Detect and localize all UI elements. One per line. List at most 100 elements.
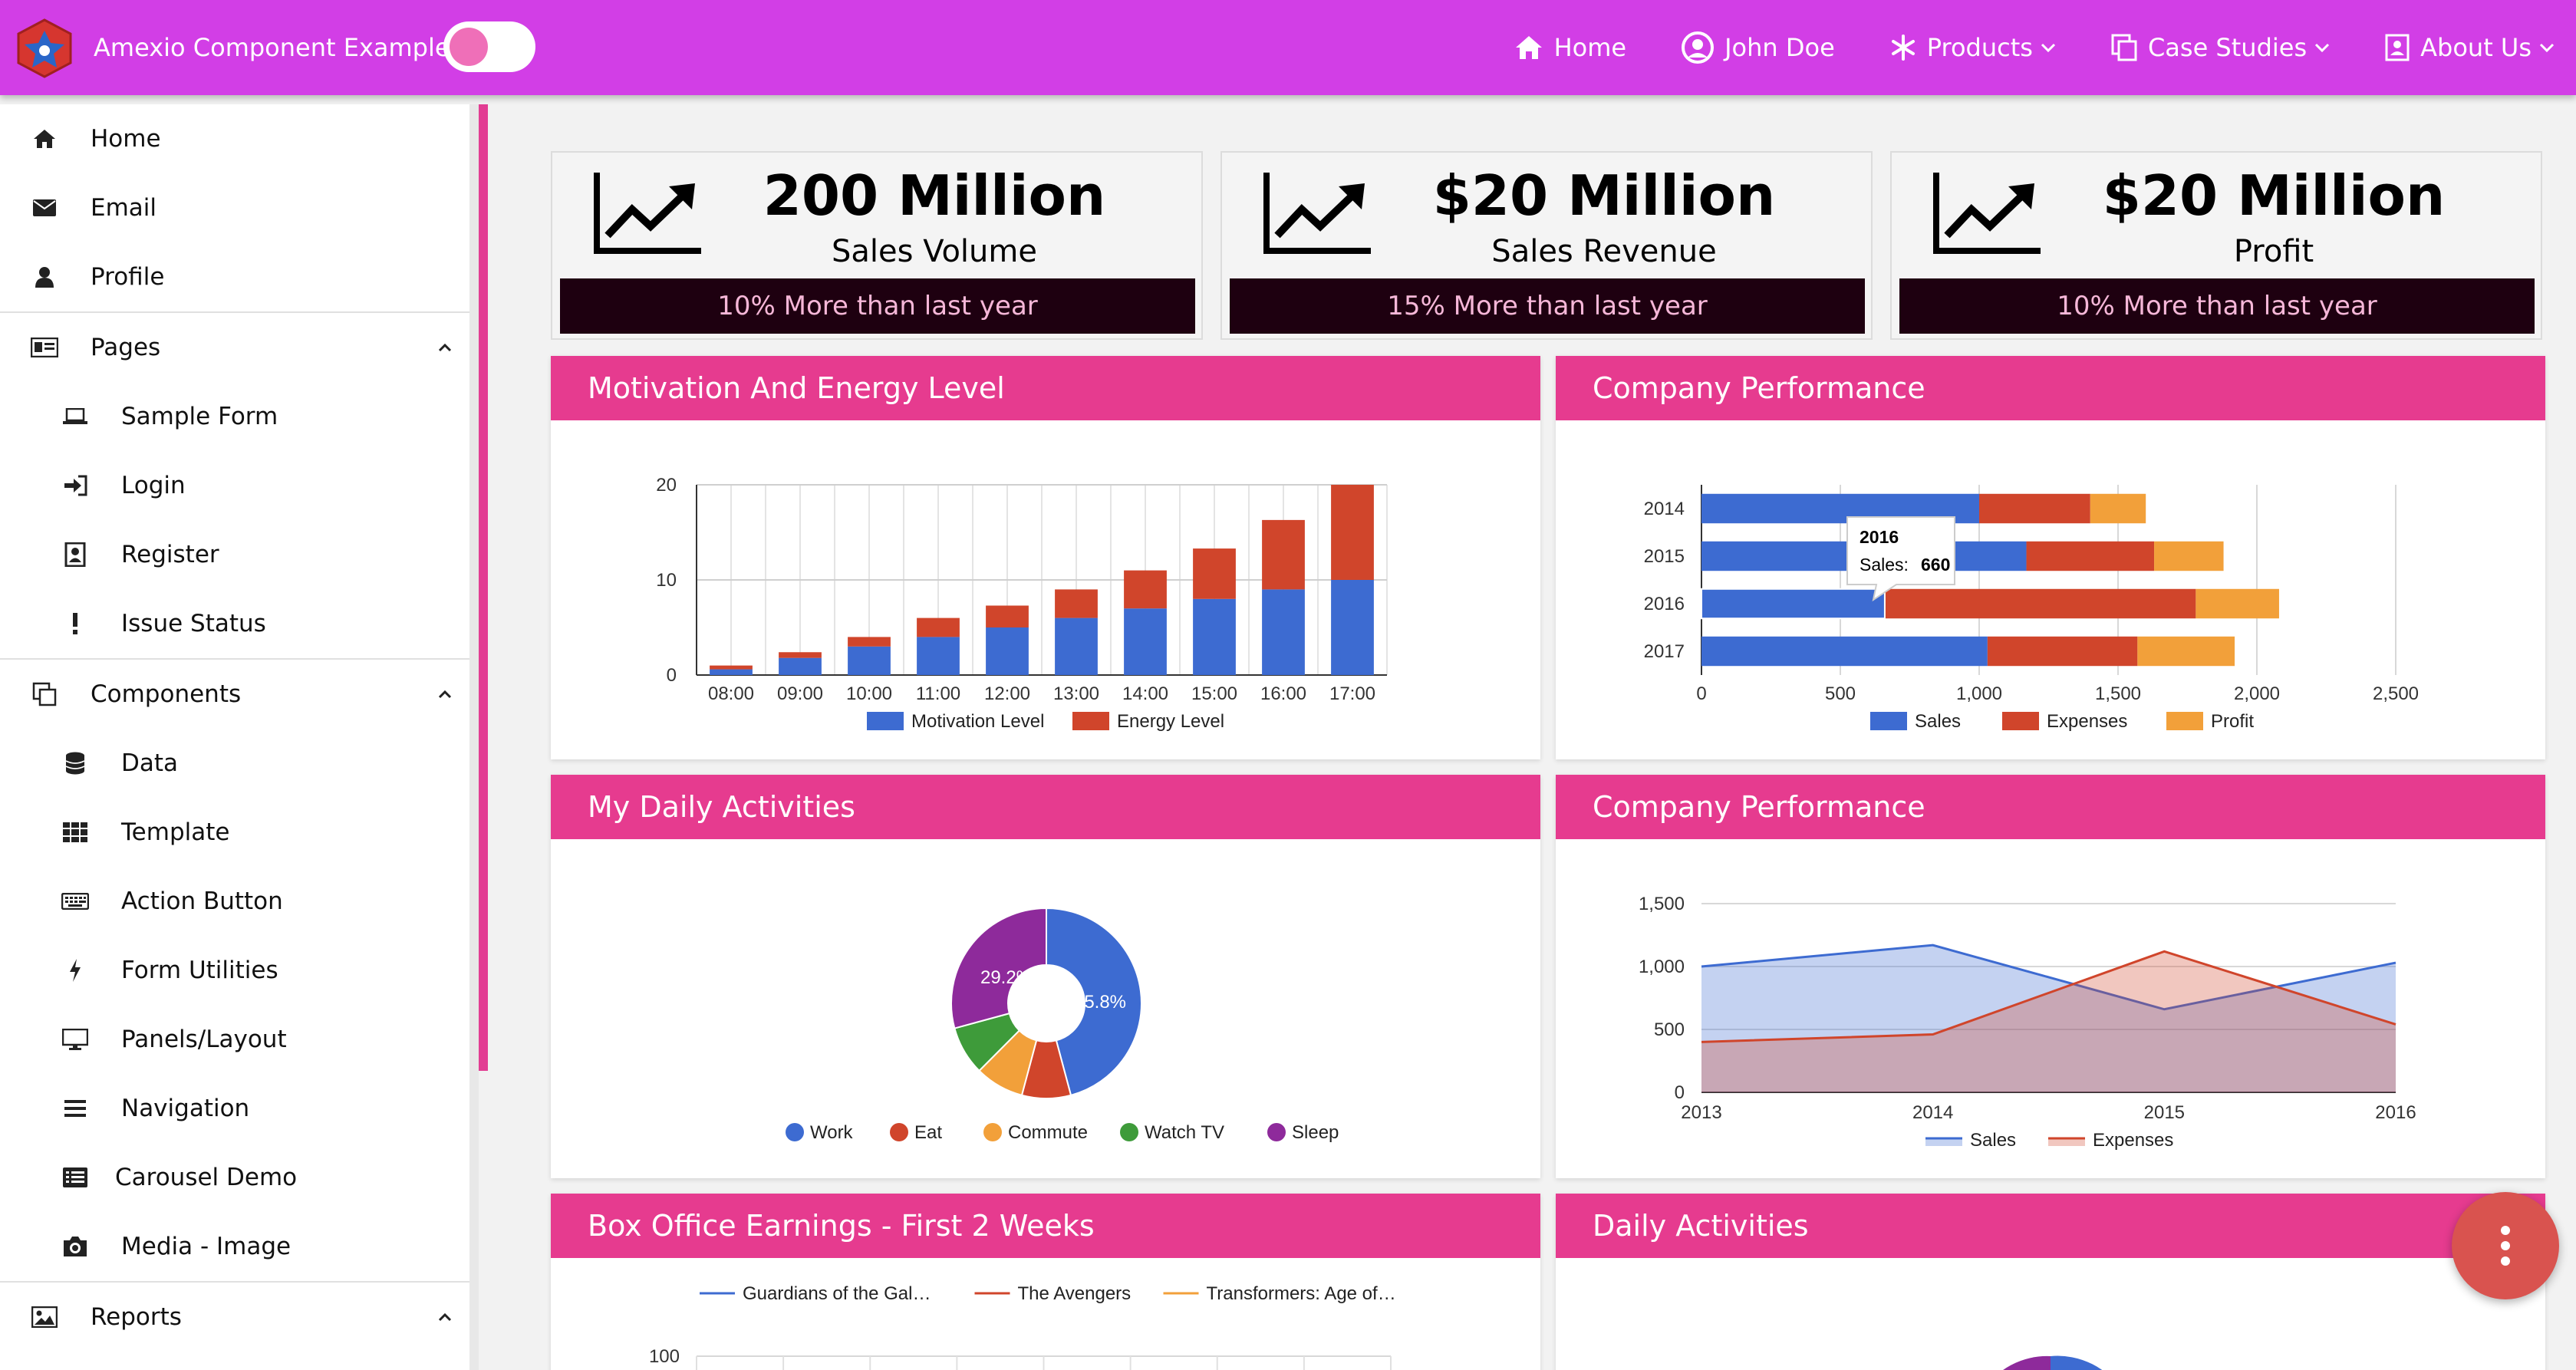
x-tick-label: 1,000 <box>1956 683 2002 704</box>
sign-in-icon <box>60 470 91 501</box>
panel-title: Company Performance <box>1556 775 2545 839</box>
legend-swatch <box>2166 712 2203 730</box>
legend-swatch <box>2002 712 2039 730</box>
bar <box>2196 588 2279 619</box>
company-performance-area-chart: 0 500 1,000 1,500 2013 2014 2015 2016 Sales Expen… <box>1639 894 2416 1151</box>
panel-title: Motivation And Energy Level <box>551 356 1540 420</box>
panel-daily-activities: My Daily Activities 45.8% 29.2% Work Eat Com… <box>551 775 1540 1178</box>
x-tick-label: 08:00 <box>708 683 754 704</box>
x-tick-label: 15:00 <box>1191 683 1237 704</box>
sidebar-item-label: Action Button <box>121 888 283 915</box>
panel-company-performance-bar: Company Performance 0 500 1,000 1,500 2,000 2… <box>1556 356 2545 759</box>
snowflake-icon <box>1891 35 1915 61</box>
sidebar-group-reports[interactable]: Reports <box>0 1283 469 1352</box>
nav-about-label: About Us <box>2420 33 2532 62</box>
x-tick-label: 2015 <box>2144 1102 2185 1123</box>
more-dot <box>2501 1256 2510 1266</box>
panel-box-office: Box Office Earnings - First 2 Weeks Guar… <box>551 1194 1540 1370</box>
nav-case-studies[interactable]: Case Studies <box>2111 33 2330 62</box>
sidebar-item-login[interactable]: Login <box>0 451 469 520</box>
app-title[interactable]: Amexio Component Examples <box>94 0 463 95</box>
image-icon <box>29 1302 60 1332</box>
y-tick-label: 2014 <box>1644 499 1685 519</box>
nav-user-label: John Doe <box>1724 33 1835 62</box>
bar <box>1331 580 1374 675</box>
legend-label: Transformers: Age of… <box>1207 1283 1396 1304</box>
daily-activities-donut-chart: 45.8% 29.2% Work Eat Commute Watch TV Sleep <box>786 907 1339 1143</box>
app-logo-icon[interactable] <box>15 18 74 78</box>
bar <box>1701 636 1988 667</box>
sidebar-item-label: Sample Form <box>121 403 278 430</box>
sidebar-item-form-utilities[interactable]: Form Utilities <box>0 936 469 1005</box>
bar <box>1193 598 1236 675</box>
legend-label: Expenses <box>2047 711 2127 732</box>
x-tick-label: 13:00 <box>1053 683 1099 704</box>
legend-swatch <box>890 1123 908 1141</box>
chevron-down-icon <box>2539 43 2555 53</box>
sidebar-item-label: Profile <box>91 263 165 291</box>
sidebar-item-media-image[interactable]: Media - Image <box>0 1212 469 1281</box>
sidebar-item-profile[interactable]: Profile <box>0 242 469 311</box>
panel-title: Box Office Earnings - First 2 Weeks <box>551 1194 1540 1258</box>
y-tick-label: 2017 <box>1644 641 1685 662</box>
sidebar-item-label: Pages <box>91 334 161 361</box>
y-tick-label: 1,500 <box>1639 894 1685 914</box>
sidebar-item-issue-status[interactable]: Issue Status <box>0 589 469 658</box>
chevron-up-icon[interactable] <box>437 1312 453 1322</box>
sidebar-scrollbar[interactable] <box>479 104 488 1071</box>
sidebar-item-home[interactable]: Home <box>0 104 469 173</box>
x-tick-label: 12:00 <box>984 683 1030 704</box>
floating-action-button[interactable] <box>2452 1192 2559 1299</box>
y-tick-label: 500 <box>1654 1019 1685 1040</box>
bar <box>710 665 753 670</box>
bar <box>1262 589 1305 675</box>
x-tick-label: 11:00 <box>916 683 960 704</box>
legend-label: Guardians of the Gal… <box>743 1283 931 1304</box>
camera-icon <box>60 1231 91 1262</box>
sidebar-item-action-button[interactable]: Action Button <box>0 867 469 936</box>
more-dot <box>2501 1241 2510 1250</box>
legend-swatch <box>1072 712 1109 730</box>
legend-label: Motivation Level <box>911 711 1044 732</box>
sidebar-group-components[interactable]: Components <box>0 660 469 729</box>
x-tick-label: 2013 <box>1681 1102 1721 1123</box>
chevron-down-icon <box>2315 43 2330 53</box>
sidebar-item-panels-layout[interactable]: Panels/Layout <box>0 1005 469 1074</box>
legend-label: Work <box>810 1122 854 1143</box>
legend-swatch <box>1120 1123 1138 1141</box>
legend-swatch <box>867 712 904 730</box>
address-card-icon <box>2385 34 2410 61</box>
stat-value: 200 Million <box>763 163 1106 228</box>
more-dot <box>2501 1226 2510 1235</box>
sidebar-item-email[interactable]: Email <box>0 173 469 242</box>
theme-toggle[interactable] <box>443 21 535 72</box>
chevron-up-icon[interactable] <box>437 342 453 353</box>
legend-label: Energy Level <box>1117 711 1224 732</box>
exclamation-icon <box>60 608 91 639</box>
x-tick-label: 2016 <box>2375 1102 2416 1123</box>
bar <box>848 646 891 675</box>
panel-title: Daily Activities <box>1556 1194 2545 1258</box>
nav-user[interactable]: John Doe <box>1682 31 1835 64</box>
legend-label: Eat <box>914 1122 942 1143</box>
sidebar-item-register[interactable]: Register <box>0 520 469 589</box>
nav-home[interactable]: Home <box>1514 33 1626 62</box>
x-tick-label: 2,000 <box>2234 683 2280 704</box>
sidebar-item-template[interactable]: Template <box>0 798 469 867</box>
sidebar-item-data[interactable]: Data <box>0 729 469 798</box>
chevron-up-icon[interactable] <box>437 689 453 700</box>
sidebar-item-carousel-demo[interactable]: Carousel Demo <box>0 1143 469 1212</box>
sidebar-group-pages[interactable]: Pages <box>0 313 469 382</box>
chevron-down-icon <box>2041 43 2055 53</box>
sidebar-item-sample-form[interactable]: Sample Form <box>0 382 469 451</box>
sidebar-item-label: Data <box>121 749 179 777</box>
legend-swatch <box>983 1123 1002 1141</box>
nav-about[interactable]: About Us <box>2385 33 2555 62</box>
sidebar-item-label: Reports <box>91 1303 182 1331</box>
nav-products[interactable]: Products <box>1890 33 2056 62</box>
legend-label: Sales <box>1915 711 1961 732</box>
y-tick-label: 10 <box>656 570 677 591</box>
y-tick-label: 2016 <box>1644 594 1685 614</box>
sidebar-item-navigation[interactable]: Navigation <box>0 1074 469 1143</box>
bar <box>1193 548 1236 599</box>
